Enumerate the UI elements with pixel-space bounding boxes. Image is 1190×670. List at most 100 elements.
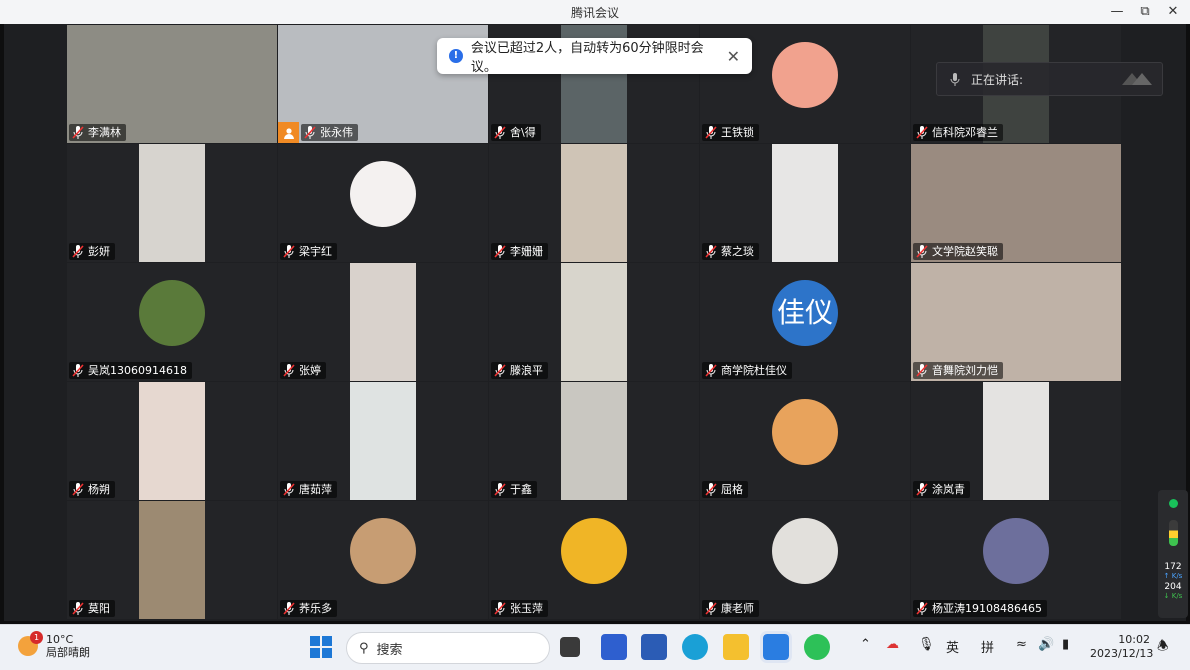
word-icon[interactable] [641, 634, 667, 660]
participant-nametag: 王铁锁 [702, 124, 759, 141]
participant-tile[interactable]: 杨朔 [67, 382, 277, 500]
volume-level-bar [1168, 520, 1178, 546]
participant-nametag: 于鑫 [491, 481, 537, 498]
participant-tile[interactable]: 佳仪 商学院杜佳仪 [700, 263, 910, 381]
participant-tile[interactable]: 蔡之琰 [700, 144, 910, 262]
participant-name: 张婷 [299, 364, 321, 377]
tencent-meeting-icon[interactable] [760, 631, 792, 663]
muted-mic-icon [916, 126, 928, 139]
muted-mic-icon [72, 126, 84, 139]
meeting-stage: 李满林 张永伟 舍\得 王铁锁 信科院邓睿兰 彭妍 梁宇红 李姗姗 蔡之琰 文学院赵笑聪 吴岚130… [4, 24, 1186, 621]
upload-speed: 172 [1164, 562, 1182, 572]
participant-tile[interactable]: 滕浪平 [489, 263, 699, 381]
muted-mic-icon [72, 602, 84, 615]
participant-tile[interactable]: 李姗姗 [489, 144, 699, 262]
participant-name: 杨朔 [88, 483, 110, 496]
title-bar: 腾讯会议 — ⧉ ✕ [0, 0, 1190, 24]
windows-start-icon[interactable] [310, 636, 332, 658]
clock-time: 10:02 [1118, 633, 1150, 646]
muted-mic-icon [494, 364, 506, 377]
search-icon: ⚲ [359, 640, 369, 656]
weather-widget[interactable]: 1 10°C 局部晴朗 [18, 631, 90, 659]
ime-language[interactable]: 英 [946, 637, 959, 656]
participant-tile[interactable]: 于鑫 [489, 382, 699, 500]
participant-nametag: 杨朔 [69, 481, 115, 498]
battery-icon[interactable]: ▮ [1062, 637, 1069, 652]
participant-name: 杨亚涛19108486465 [932, 602, 1042, 615]
notification-bell-icon[interactable]: 🕭 [1157, 637, 1169, 659]
participant-tile[interactable]: 张玉萍 [489, 501, 699, 619]
participant-nametag: 李姗姗 [491, 243, 548, 260]
muted-mic-icon [72, 245, 84, 258]
participant-avatar [772, 42, 838, 108]
microphone-icon[interactable]: 🎙 [918, 637, 935, 652]
tencent-meeting-logo-icon [1122, 73, 1152, 85]
minimize-icon[interactable]: — [1104, 2, 1130, 22]
participant-nametag: 张永伟 [301, 124, 358, 141]
weather-temp: 10°C [46, 633, 74, 646]
system-clock[interactable]: 10:02 2023/12/13 [1090, 633, 1154, 661]
ime-mode[interactable]: 拼 [981, 637, 994, 656]
participant-tile[interactable]: 唐茹萍 [278, 382, 488, 500]
participant-tile[interactable]: 屈格 [700, 382, 910, 500]
muted-mic-icon [494, 245, 506, 258]
muted-mic-icon [72, 483, 84, 496]
muted-mic-icon [494, 602, 506, 615]
participant-name: 康老师 [721, 602, 754, 615]
participant-name: 蔡之琰 [721, 245, 754, 258]
participant-nametag: 张玉萍 [491, 600, 548, 617]
taskbar: 1 10°C 局部晴朗 ⚲ 搜索 ⌃ ☁ 🎙 英 拼 ≈ 🔊 ▮ 10:02 2… [0, 624, 1190, 670]
clock-date: 2023/12/13 [1090, 647, 1154, 660]
chevron-up-icon[interactable]: ⌃ [860, 637, 871, 652]
participant-tile[interactable]: 涂岚青 [911, 382, 1121, 500]
participant-tile[interactable]: 音舞院刘力恺 [911, 263, 1121, 381]
close-icon[interactable]: ✕ [727, 47, 740, 66]
muted-mic-icon [283, 483, 295, 496]
participant-video [350, 263, 416, 381]
participant-avatar [772, 399, 838, 465]
status-dot-icon [1168, 499, 1178, 508]
participant-tile[interactable]: 莫阳 [67, 501, 277, 619]
muted-mic-icon [494, 483, 506, 496]
participant-video [983, 382, 1049, 500]
participant-video [561, 144, 627, 262]
onedrive-icon[interactable]: ☁ [886, 637, 899, 652]
participant-tile[interactable]: 荞乐多 [278, 501, 488, 619]
participant-name: 莫阳 [88, 602, 110, 615]
participant-nametag: 张婷 [280, 362, 326, 379]
defender-icon[interactable] [601, 634, 627, 660]
wifi-icon[interactable]: ≈ [1016, 637, 1027, 652]
download-speed: 204 [1164, 582, 1182, 592]
muted-mic-icon [705, 483, 717, 496]
network-widget[interactable]: 172 ↑ K/s 204 ↓ K/s [1158, 490, 1188, 618]
volume-icon[interactable]: 🔊 [1038, 637, 1054, 652]
muted-mic-icon [304, 126, 316, 139]
edge-icon[interactable] [682, 634, 708, 660]
participant-tile[interactable]: 彭妍 [67, 144, 277, 262]
muted-mic-icon [283, 364, 295, 377]
muted-mic-icon [283, 245, 295, 258]
speaking-indicator: 正在讲话: [936, 62, 1163, 96]
participant-tile[interactable]: 康老师 [700, 501, 910, 619]
close-icon[interactable]: ✕ [1160, 2, 1186, 22]
participant-nametag: 蔡之琰 [702, 243, 759, 260]
participant-nametag: 唐茹萍 [280, 481, 337, 498]
participant-tile[interactable]: 张婷 [278, 263, 488, 381]
taskbar-search[interactable]: ⚲ 搜索 [346, 632, 550, 664]
participant-tile[interactable]: 李满林 [67, 25, 277, 143]
participant-nametag: 商学院杜佳仪 [702, 362, 792, 379]
participant-tile[interactable]: 吴岚13060914618 [67, 263, 277, 381]
wechat-icon[interactable] [804, 634, 830, 660]
participant-name: 唐茹萍 [299, 483, 332, 496]
participant-nametag: 康老师 [702, 600, 759, 617]
participant-nametag: 屈格 [702, 481, 748, 498]
restore-icon[interactable]: ⧉ [1132, 2, 1158, 22]
participant-tile[interactable]: 杨亚涛19108486465 [911, 501, 1121, 619]
participant-tile[interactable]: 梁宇红 [278, 144, 488, 262]
download-unit: ↓ K/s [1163, 592, 1183, 600]
participant-name: 文学院赵笑聪 [932, 245, 998, 258]
file-explorer-icon[interactable] [723, 634, 749, 660]
participant-tile[interactable]: 文学院赵笑聪 [911, 144, 1121, 262]
task-view-icon[interactable] [560, 637, 580, 657]
participant-video [139, 501, 205, 619]
